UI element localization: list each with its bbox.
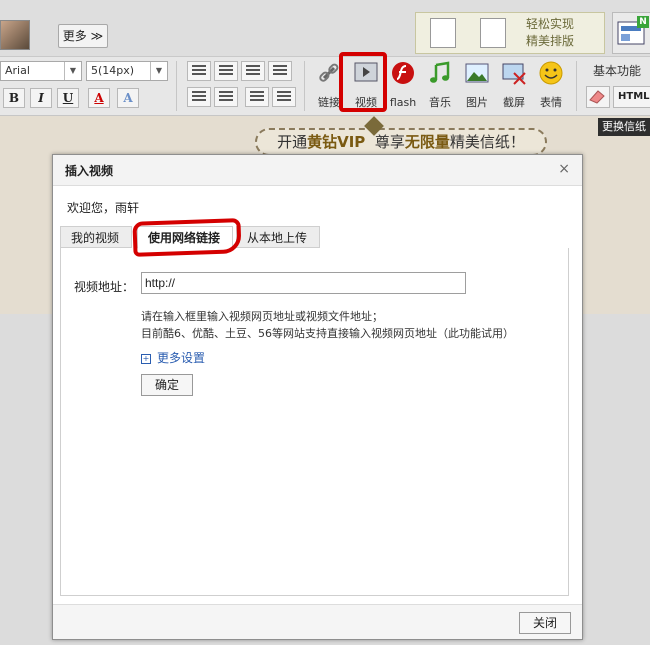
promo-text: 轻松实现 精美排版 [526, 17, 575, 48]
video-tool-highlight [339, 52, 387, 112]
outdent-button[interactable] [245, 87, 269, 107]
music-icon [430, 61, 450, 83]
font-size-select[interactable]: 5(14px) ▼ [86, 61, 168, 81]
tool-emoji[interactable]: 表情 [533, 59, 569, 111]
tool-screenshot[interactable]: 截屏 [496, 59, 532, 111]
smiley-icon [539, 61, 563, 85]
top-bar: 更多 ≫ 轻松实现 精美排版 N [0, 0, 650, 57]
indent-icon [277, 91, 291, 103]
align-justify-button[interactable] [268, 61, 292, 81]
unordered-list-button[interactable] [214, 87, 238, 107]
font-family-select[interactable]: Arial ▼ [0, 61, 82, 81]
close-button[interactable]: 关闭 [519, 612, 571, 634]
hint-text: 请在输入框里输入视频网页地址或视频文件地址； 目前酷6、优酷、土豆、56等网站支… [141, 310, 514, 340]
dialog-footer: 关闭 [53, 604, 582, 639]
underline-button[interactable]: U [57, 88, 79, 108]
video-url-label: 视频地址： [74, 280, 135, 294]
tool-image[interactable]: 图片 [459, 59, 495, 111]
avatar[interactable] [0, 20, 30, 50]
editor-toolbar: Arial ▼ 5(14px) ▼ B I U A A 链接 视频 flash … [0, 57, 650, 116]
align-right-icon [246, 65, 260, 77]
align-center-button[interactable] [214, 61, 238, 81]
screenshot-icon [502, 63, 526, 85]
template-promo[interactable]: 轻松实现 精美排版 [415, 12, 605, 54]
italic-button[interactable]: I [30, 88, 52, 108]
ordered-list-button[interactable] [187, 87, 211, 107]
bold-button[interactable]: B [3, 88, 25, 108]
unordered-list-icon [219, 91, 233, 103]
more-button[interactable]: 更多 ≫ [58, 24, 108, 48]
dialog-title: 插入视频 [65, 164, 114, 178]
tool-music[interactable]: 音乐 [422, 59, 458, 111]
tool-flash[interactable]: flash [385, 59, 421, 111]
outdent-icon [250, 91, 264, 103]
highlight-button[interactable]: A [117, 88, 139, 108]
tab-local-upload[interactable]: 从本地上传 [236, 226, 320, 248]
align-left-icon [192, 65, 206, 77]
document-icon [480, 18, 506, 48]
more-settings-link[interactable]: + 更多设置 [141, 349, 205, 366]
welcome-text: 欢迎您，雨轩 [67, 201, 140, 215]
video-url-input[interactable]: http:// [141, 272, 466, 294]
eraser-icon [589, 90, 605, 104]
change-stationery-tip[interactable]: 更换信纸 [598, 118, 650, 136]
align-justify-icon [273, 65, 287, 77]
ordered-list-icon [192, 91, 206, 103]
confirm-button[interactable]: 确定 [141, 374, 193, 396]
toolbar-divider [176, 61, 177, 111]
document-icon [430, 18, 456, 48]
flash-icon [392, 62, 414, 84]
dialog-header: 插入视频 × [53, 155, 582, 186]
chevron-down-icon: ▼ [150, 62, 167, 80]
html-mode-button[interactable]: HTML [613, 86, 650, 108]
insert-video-dialog: 插入视频 × 欢迎您，雨轩 我的视频 使用网络链接 从本地上传 视频地址： ht… [52, 154, 583, 640]
new-template-button[interactable]: N [612, 12, 650, 54]
vip-banner[interactable]: 开通黄钻VIP 尊享无限量精美信纸！ [255, 116, 547, 156]
new-badge: N [637, 16, 649, 28]
chevron-down-icon: ▼ [64, 62, 81, 80]
close-icon[interactable]: × [558, 161, 570, 177]
align-left-button[interactable] [187, 61, 211, 81]
toolbar-divider [304, 61, 305, 111]
tab-my-videos[interactable]: 我的视频 [60, 226, 132, 248]
expand-icon: + [141, 353, 151, 364]
indent-button[interactable] [272, 87, 296, 107]
basic-function-toggle[interactable]: 基本功能 [593, 62, 641, 79]
toolbar-divider [576, 61, 577, 111]
link-icon [319, 63, 339, 82]
network-link-panel: 视频地址： http:// 请在输入框里输入视频网页地址或视频文件地址； 目前酷… [60, 248, 569, 596]
image-icon [465, 63, 489, 83]
font-color-button[interactable]: A [88, 88, 110, 108]
align-center-icon [219, 65, 233, 77]
clear-format-button[interactable] [586, 86, 610, 108]
align-right-button[interactable] [241, 61, 265, 81]
